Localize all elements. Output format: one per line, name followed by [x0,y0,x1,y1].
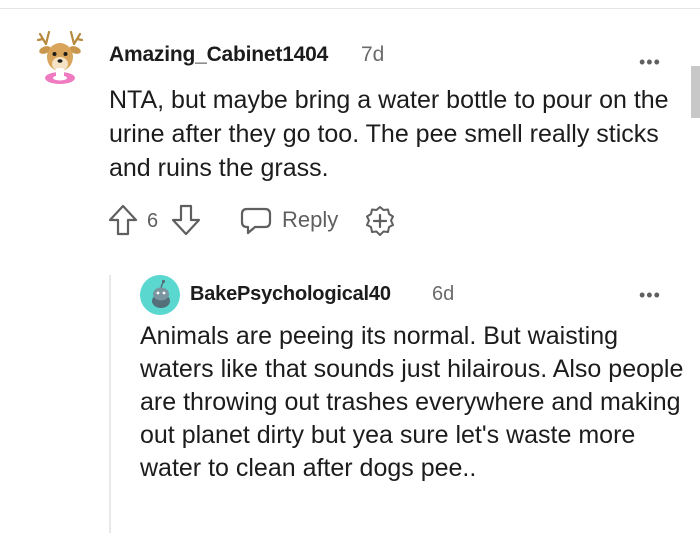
comment-username[interactable]: Amazing_Cabinet1404 [109,43,328,67]
scrollbar[interactable] [691,66,700,118]
top-divider [0,0,700,9]
comment-body: NTA, but maybe bring a water bottle to p… [109,86,669,182]
comment-timestamp: 7d [361,43,385,66]
more-options-icon[interactable]: ••• [639,286,661,304]
reply-username[interactable]: BakePsychological40 [190,283,391,306]
reply-label: Reply [282,207,339,232]
comment-actions: 6 Reply [107,203,427,239]
deer-avatar-icon[interactable] [36,28,84,86]
snoo-avatar-icon[interactable] [140,275,180,315]
vote-score: 6 [147,210,159,232]
reply-body: Animals are peeing its normal. But waist… [140,322,684,482]
upvote-icon[interactable] [107,203,139,237]
downvote-icon[interactable] [170,203,202,237]
award-icon[interactable] [364,205,396,237]
reply-timestamp: 6d [432,283,455,305]
more-options-icon[interactable]: ••• [639,53,661,71]
thread-line[interactable] [109,275,111,533]
reply-icon [240,207,272,235]
